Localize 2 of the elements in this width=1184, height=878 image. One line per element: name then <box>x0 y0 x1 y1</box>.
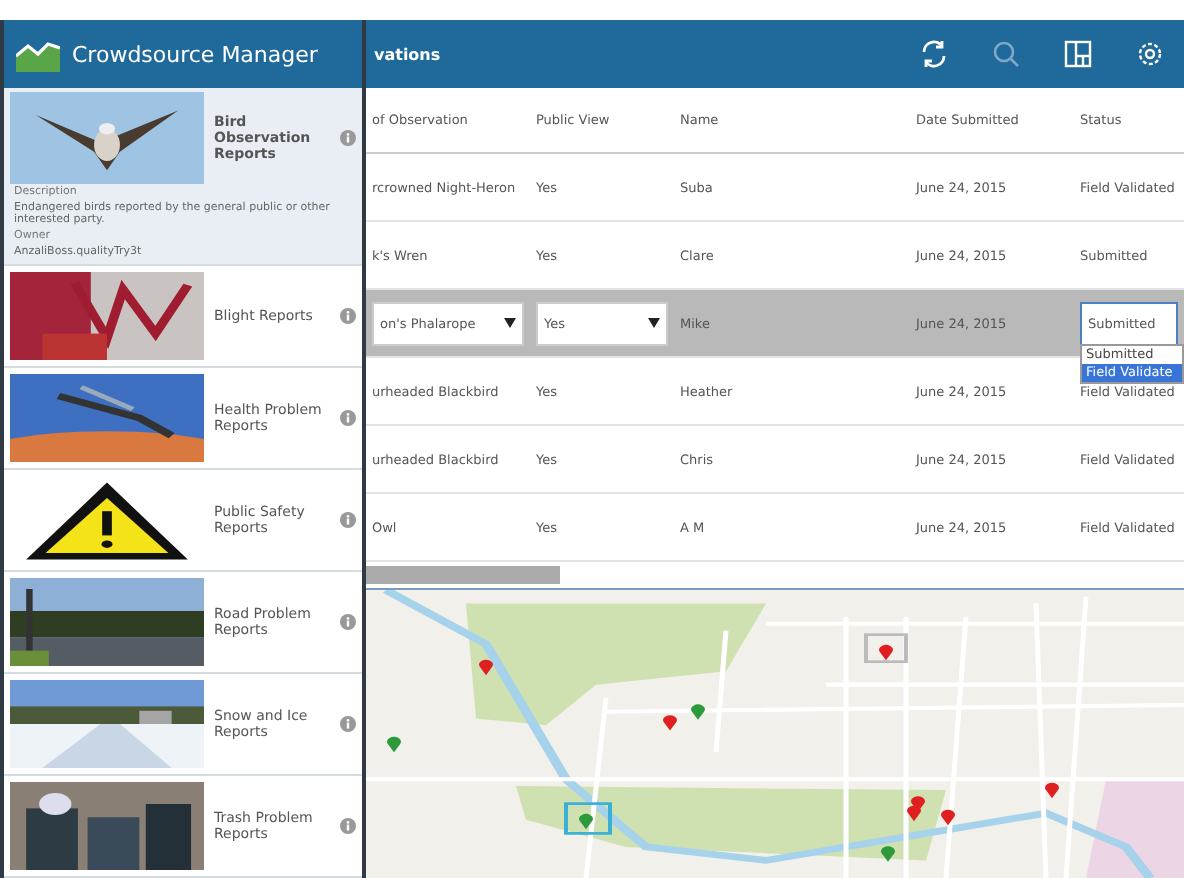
app-title: Crowdsource Manager <box>72 41 318 67</box>
layer-title: vations <box>374 45 443 63</box>
